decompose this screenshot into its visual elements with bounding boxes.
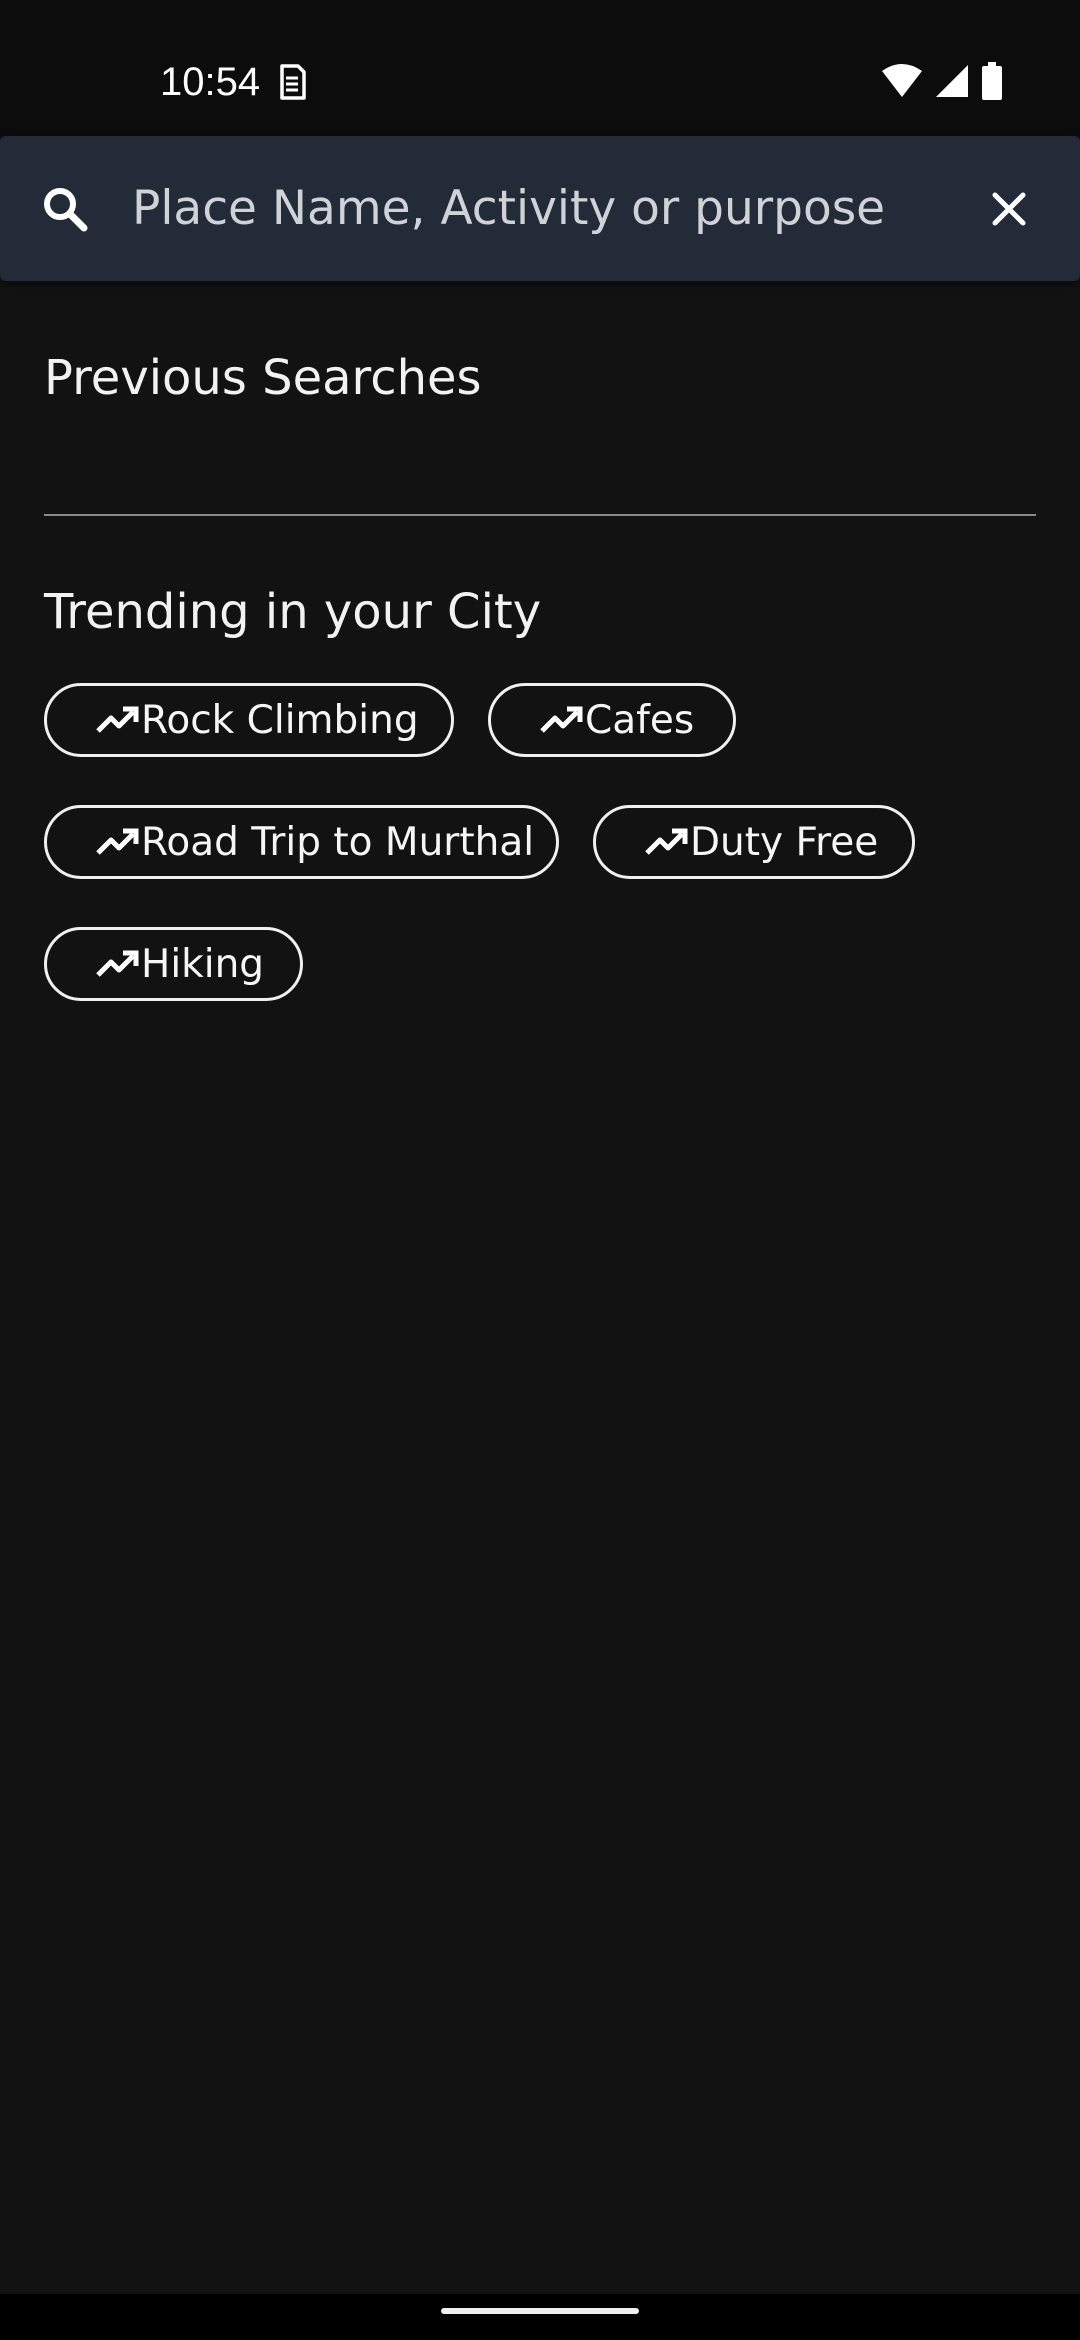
section-divider — [44, 514, 1036, 516]
sim-card-icon — [280, 64, 306, 100]
trending-up-icon — [96, 706, 139, 733]
wifi-icon — [882, 64, 922, 97]
chip-label: Road Trip to Murthal — [141, 819, 535, 865]
trending-chip[interactable]: Road Trip to Murthal — [44, 805, 559, 879]
trending-up-icon — [96, 950, 139, 977]
chip-label: Cafes — [585, 697, 695, 743]
status-icons — [880, 62, 1004, 100]
previous-searches-title: Previous Searches — [44, 350, 482, 406]
home-indicator[interactable] — [441, 2308, 639, 2314]
clear-search-button[interactable] — [974, 174, 1044, 244]
trending-up-icon — [645, 828, 688, 855]
trending-up-icon — [540, 706, 583, 733]
search-bar — [0, 136, 1080, 281]
trending-title: Trending in your City — [44, 584, 542, 640]
trending-chip[interactable]: Duty Free — [593, 805, 915, 879]
signal-icon — [936, 65, 968, 97]
navigation-bar — [0, 2294, 1080, 2340]
trending-chip[interactable]: Cafes — [488, 683, 736, 757]
status-time: 10:54 — [160, 60, 261, 104]
chip-label: Duty Free — [690, 819, 879, 865]
search-input[interactable] — [132, 172, 932, 244]
battery-icon — [982, 62, 1002, 100]
search-icon[interactable] — [40, 184, 90, 234]
trending-chip[interactable]: Hiking — [44, 927, 303, 1001]
chip-label: Rock Climbing — [141, 697, 419, 743]
chip-label: Hiking — [141, 941, 265, 987]
close-icon — [992, 192, 1026, 226]
trending-up-icon — [96, 828, 139, 855]
status-bar: 10:54 — [0, 0, 1080, 136]
trending-chip[interactable]: Rock Climbing — [44, 683, 454, 757]
